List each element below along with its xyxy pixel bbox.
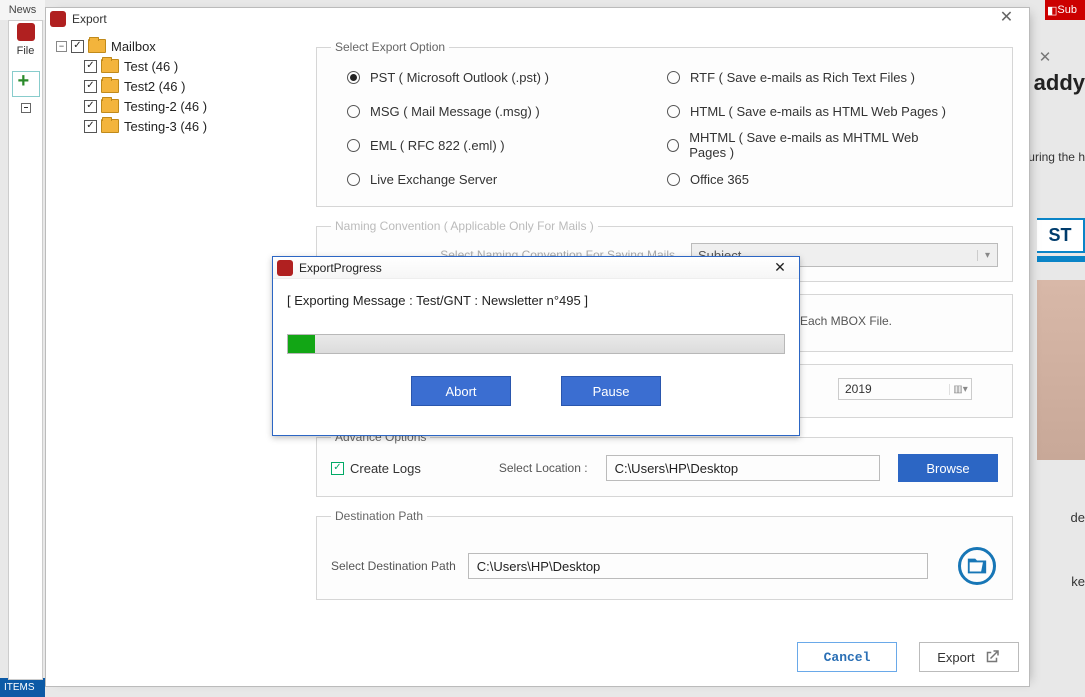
tree-item-label: Test (46 ) [124, 59, 178, 74]
tree-item-label: Test2 (46 ) [124, 79, 185, 94]
folder-open-icon [966, 555, 988, 577]
tree-item[interactable]: ✓ Test (46 ) [52, 56, 310, 76]
tree-root[interactable]: − ✓ Mailbox [52, 36, 310, 56]
folder-icon [88, 39, 106, 53]
radio-mhtml[interactable]: MHTML ( Save e-mails as MHTML Web Pages … [667, 132, 947, 158]
progress-titlebar: ExportProgress ✕ [273, 257, 799, 279]
checkbox[interactable]: ✓ [84, 100, 97, 113]
export-progress-dialog: ExportProgress ✕ [ Exporting Message : T… [272, 256, 800, 436]
export-option-legend: Select Export Option [331, 40, 449, 54]
cancel-button[interactable]: Cancel [797, 642, 897, 672]
destination-legend: Destination Path [331, 509, 427, 523]
radio-office365[interactable]: Office 365 [667, 166, 947, 192]
chevron-down-icon[interactable]: ▾ [977, 250, 997, 261]
app-icon [277, 260, 293, 276]
bg-tree-toggle[interactable] [21, 103, 31, 113]
destination-label: Select Destination Path [331, 559, 456, 573]
destination-input[interactable] [468, 553, 928, 579]
titlebar: Export ✕ [46, 8, 1029, 30]
export-button[interactable]: Export [919, 642, 1019, 672]
log-location-input[interactable] [606, 455, 880, 481]
progress-message: [ Exporting Message : Test/GNT : Newslet… [273, 279, 799, 308]
bg-image-fragment [1037, 280, 1085, 460]
create-logs-checkbox[interactable]: ✓ Create Logs [331, 461, 421, 476]
export-button-label: Export [937, 650, 975, 665]
progress-title: ExportProgress [299, 261, 382, 275]
destination-value[interactable] [475, 558, 921, 575]
bg-st-box: ST [1037, 218, 1085, 253]
tree-item[interactable]: ✓ Testing-3 (46 ) [52, 116, 310, 136]
progress-bar [287, 334, 785, 354]
export-icon [983, 648, 1001, 666]
calendar-icon[interactable]: ▥▾ [949, 384, 971, 395]
checkbox[interactable]: ✓ [84, 120, 97, 133]
window-title: Export [72, 12, 107, 26]
tree-item[interactable]: ✓ Test2 (46 ) [52, 76, 310, 96]
bg-app-window: File ✕ [8, 20, 43, 680]
progress-bar-fill [288, 335, 315, 353]
tree-item[interactable]: ✓ Testing-2 (46 ) [52, 96, 310, 116]
destination-path-group: Destination Path Select Destination Path [316, 509, 1013, 600]
date-to-input[interactable]: 2019 ▥▾ [838, 378, 972, 400]
browse-destination-button[interactable] [958, 547, 996, 585]
folder-icon [101, 59, 119, 73]
app-icon [50, 11, 66, 27]
log-location-value[interactable] [613, 460, 873, 477]
collapse-icon[interactable]: − [56, 41, 67, 52]
bg-file-menu[interactable]: File [9, 45, 42, 57]
bg-app-close[interactable]: ✕ [1025, 45, 1065, 71]
bg-add-icon[interactable] [12, 71, 40, 97]
folder-icon [101, 79, 119, 93]
bg-app-icon [17, 23, 35, 41]
window-close-button[interactable]: ✕ [984, 8, 1029, 30]
radio-live-exchange[interactable]: Live Exchange Server [347, 166, 667, 192]
bg-sub-strip: ◧Sub [1045, 0, 1085, 20]
progress-close-button[interactable]: ✕ [761, 259, 799, 276]
folder-icon [101, 99, 119, 113]
browse-button[interactable]: Browse [898, 454, 998, 482]
checkbox[interactable]: ✓ [71, 40, 84, 53]
abort-button[interactable]: Abort [411, 376, 511, 406]
radio-msg[interactable]: MSG ( Mail Message (.msg) ) [347, 98, 667, 124]
pause-button[interactable]: Pause [561, 376, 661, 406]
bg-news-label: News [0, 0, 45, 20]
radio-html[interactable]: HTML ( Save e-mails as HTML Web Pages ) [667, 98, 947, 124]
advance-options-group: Advance Options ✓ Create Logs Select Loc… [316, 430, 1013, 497]
bg-brand-fragment: addy [1034, 70, 1085, 96]
select-location-label: Select Location : [499, 461, 588, 475]
radio-rtf[interactable]: RTF ( Save e-mails as Rich Text Files ) [667, 64, 947, 90]
date-to-value: 2019 [839, 382, 949, 396]
folder-icon [101, 119, 119, 133]
tree-item-label: Testing-3 (46 ) [124, 119, 207, 134]
checkbox[interactable]: ✓ [84, 60, 97, 73]
bg-text-fragment-3: ke [1071, 574, 1085, 589]
tree-root-label: Mailbox [111, 39, 156, 54]
bg-text-fragment-1: uring the h [1028, 150, 1085, 164]
checkbox[interactable]: ✓ [84, 80, 97, 93]
create-logs-label: Create Logs [350, 461, 421, 476]
bg-status-bar: ITEMS [0, 678, 45, 697]
radio-eml[interactable]: EML ( RFC 822 (.eml) ) [347, 132, 667, 158]
export-option-group: Select Export Option PST ( Microsoft Out… [316, 40, 1013, 207]
radio-pst[interactable]: PST ( Microsoft Outlook (.pst) ) [347, 64, 667, 90]
tree-item-label: Testing-2 (46 ) [124, 99, 207, 114]
checkbox-icon: ✓ [331, 462, 344, 475]
naming-legend: Naming Convention ( Applicable Only For … [331, 219, 598, 233]
bg-text-fragment-2: de [1071, 510, 1085, 525]
bg-st-divider [1037, 256, 1085, 262]
